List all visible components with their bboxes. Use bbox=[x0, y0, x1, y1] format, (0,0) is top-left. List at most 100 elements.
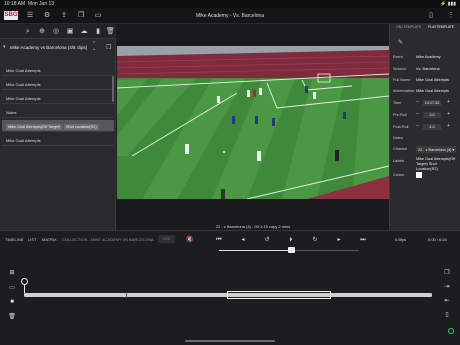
time-decrement-button[interactable]: − bbox=[416, 99, 419, 105]
preroll-label: Pre-Roll bbox=[393, 113, 407, 117]
home-indicator bbox=[185, 340, 275, 342]
page-title: Mike Academy - Vs. Barcelona bbox=[195, 13, 265, 19]
play-icon[interactable]: ⏵ bbox=[287, 236, 295, 244]
clip-tag: Mike Goal Attempts(Off Target) bbox=[6, 124, 62, 130]
collection-name: Mike Academy vs Barcelona (4/8 clips) bbox=[10, 45, 88, 50]
football-pitch-image bbox=[117, 46, 389, 199]
preroll-increment-button[interactable]: + bbox=[447, 111, 450, 117]
tab-matrix[interactable]: MATRIX bbox=[42, 237, 57, 242]
battery-icon: ⚡ ▮▮▮ bbox=[440, 1, 456, 7]
tab-obj-template[interactable]: OBJ TEMPLATE bbox=[396, 25, 421, 29]
collection-header[interactable]: ▾ Mike Academy vs Barcelona (4/8 clips) … bbox=[0, 41, 116, 55]
gear-icon[interactable]: ⚙ bbox=[43, 12, 51, 20]
channel-label: Channel bbox=[393, 147, 408, 151]
add-marker-icon[interactable]: ⊞ bbox=[8, 269, 16, 277]
clip-item[interactable]: Mike Goal Attempts bbox=[2, 92, 114, 104]
clip-item-selected[interactable]: Mike Goal Attempts(Off Target) Shot Locat… bbox=[2, 120, 114, 132]
forward-icon[interactable]: ↻ bbox=[311, 236, 319, 244]
skip-start-icon[interactable]: ⏮ bbox=[215, 236, 223, 244]
trash-icon[interactable]: 🗑 bbox=[106, 28, 115, 36]
season-label: Season bbox=[393, 67, 406, 71]
menu-icon[interactable]: ☰ bbox=[26, 12, 34, 20]
mute-icon[interactable]: 🔇 bbox=[186, 236, 194, 244]
event-label: Event bbox=[393, 55, 403, 59]
speed-slider-fill bbox=[219, 250, 291, 251]
speed-slider-handle[interactable] bbox=[288, 247, 295, 253]
clip-tag: Shot Location(R2) bbox=[63, 124, 99, 130]
status-time: 10:18 AM Mon Jan 13 bbox=[4, 1, 55, 7]
search-icon[interactable]: ⌕ bbox=[24, 28, 32, 36]
notes-label: Notes bbox=[393, 136, 403, 140]
video-player[interactable] bbox=[117, 46, 389, 199]
time-label: Time bbox=[393, 101, 402, 105]
postroll-increment-button[interactable]: + bbox=[447, 123, 450, 129]
tablet-icon[interactable]: ▯ bbox=[427, 12, 435, 20]
playhead-handle[interactable] bbox=[21, 278, 28, 285]
share-icon[interactable]: ⇪ bbox=[60, 12, 68, 20]
clip-item[interactable]: Notes bbox=[2, 106, 114, 118]
top-toolbar: SBG ☰ ⚙ ⇪ ❐ ▭ Mike Academy - Vs. Barcelo… bbox=[0, 8, 460, 24]
inbox-icon[interactable]: ▭ bbox=[94, 12, 102, 20]
labels-label: Labels bbox=[393, 159, 405, 163]
edit-icon[interactable]: ✎ bbox=[398, 39, 403, 46]
colour-label: Colour bbox=[393, 173, 405, 177]
copy-icon[interactable]: ❐ bbox=[77, 12, 85, 20]
tab-collection[interactable]: COLLECTION - MIKE ACADEMY VS BARCELONA bbox=[62, 237, 154, 242]
clip-panel: ⌕ ⊕ ◎ ▣ ☁ ▮ 🗑 ▾ Mike Academy vs Barcelon… bbox=[0, 24, 116, 230]
target-icon[interactable]: ◎ bbox=[52, 28, 60, 36]
postroll-decrement-button[interactable]: − bbox=[416, 123, 419, 129]
copy-icon[interactable]: ❐ bbox=[443, 269, 451, 277]
timecode: 0:00 / 0:24 bbox=[428, 237, 447, 242]
clip-details-panel: OBJ TEMPLATE PLAYTEMPLATE ✎ Event Mike A… bbox=[389, 24, 460, 230]
duplicate-icon[interactable]: ❐ bbox=[106, 44, 111, 51]
rewind-icon[interactable]: ↺ bbox=[263, 236, 271, 244]
clip-item[interactable]: Mike Goal Attempts bbox=[2, 64, 114, 76]
status-indicator[interactable] bbox=[448, 328, 454, 334]
add-clip-icon[interactable]: ⊕ bbox=[38, 28, 46, 36]
labels-value[interactable]: Mike Goal Attempts(Off Target) Shot Loca… bbox=[416, 157, 458, 172]
colour-swatch[interactable] bbox=[416, 172, 422, 178]
time-value[interactable]: 10:17:32 bbox=[423, 100, 441, 106]
tab-play-template[interactable]: PLAYTEMPLATE bbox=[428, 25, 454, 29]
timeline-selection[interactable] bbox=[227, 291, 331, 299]
skip-end-icon[interactable]: ⏭ bbox=[359, 236, 367, 244]
chevron-down-icon[interactable]: ▾ bbox=[3, 44, 6, 50]
tab-list[interactable]: LIST bbox=[28, 237, 36, 242]
preroll-decrement-button[interactable]: − bbox=[416, 111, 419, 117]
live-button[interactable]: LIVE bbox=[158, 235, 175, 243]
sort-icon[interactable]: ⌃ ⌄ bbox=[92, 42, 96, 52]
trash-icon[interactable]: 🗑 bbox=[8, 313, 16, 321]
event-value[interactable]: Mike Academy bbox=[416, 55, 441, 59]
clip-list-scrollbar[interactable] bbox=[112, 76, 114, 102]
clip-icon[interactable]: ▯ bbox=[443, 311, 451, 319]
import-icon[interactable]: ⇤ bbox=[443, 297, 451, 305]
playhead-line bbox=[24, 285, 25, 293]
step-forward-icon[interactable]: ▸ bbox=[335, 236, 343, 244]
postroll-label: Post-Roll bbox=[393, 125, 409, 129]
timeline-divider bbox=[126, 292, 127, 298]
fullname-label: Full Name bbox=[393, 78, 411, 82]
tab-timeline[interactable]: TIMELINE bbox=[5, 237, 23, 242]
clip-item[interactable]: Mike Goal Attempts bbox=[2, 78, 114, 90]
more-icon[interactable]: ⋮ bbox=[447, 12, 455, 20]
app-logo: SBG bbox=[4, 11, 18, 20]
abbreviation-value[interactable]: Mike Goal Attempts bbox=[416, 89, 449, 93]
abbreviation-label: Abbreviation bbox=[393, 89, 415, 93]
cloud-icon[interactable]: ☁ bbox=[80, 28, 88, 36]
season-value[interactable]: Vs. Barcelona bbox=[416, 67, 440, 71]
image-icon[interactable]: ▣ bbox=[66, 28, 74, 36]
postroll-value[interactable]: 4.0 bbox=[423, 124, 441, 130]
channel-select[interactable]: 22 - z Barcelona (4) ▾ bbox=[416, 146, 457, 153]
page-icon[interactable]: ▮ bbox=[94, 28, 102, 36]
video-caption: 22 - z Barcelona (4) - 00:1:15 copy 2 mi… bbox=[215, 224, 291, 229]
playback-rate[interactable]: 0.5fps bbox=[395, 237, 406, 242]
status-bar: 10:18 AM Mon Jan 13 ⚡ ▮▮▮ bbox=[0, 0, 460, 8]
export-icon[interactable]: ⇥ bbox=[443, 283, 451, 291]
preroll-value[interactable]: 3.0 bbox=[423, 112, 441, 118]
step-back-icon[interactable]: ◂ bbox=[239, 236, 247, 244]
clip-item[interactable]: Mike Goal Attempts bbox=[2, 134, 114, 146]
stop-icon[interactable]: ■ bbox=[8, 298, 16, 306]
time-increment-button[interactable]: + bbox=[447, 99, 450, 105]
folder-icon[interactable]: ▭ bbox=[8, 284, 16, 292]
fullname-value[interactable]: Mike Goal Attempts bbox=[416, 78, 449, 82]
